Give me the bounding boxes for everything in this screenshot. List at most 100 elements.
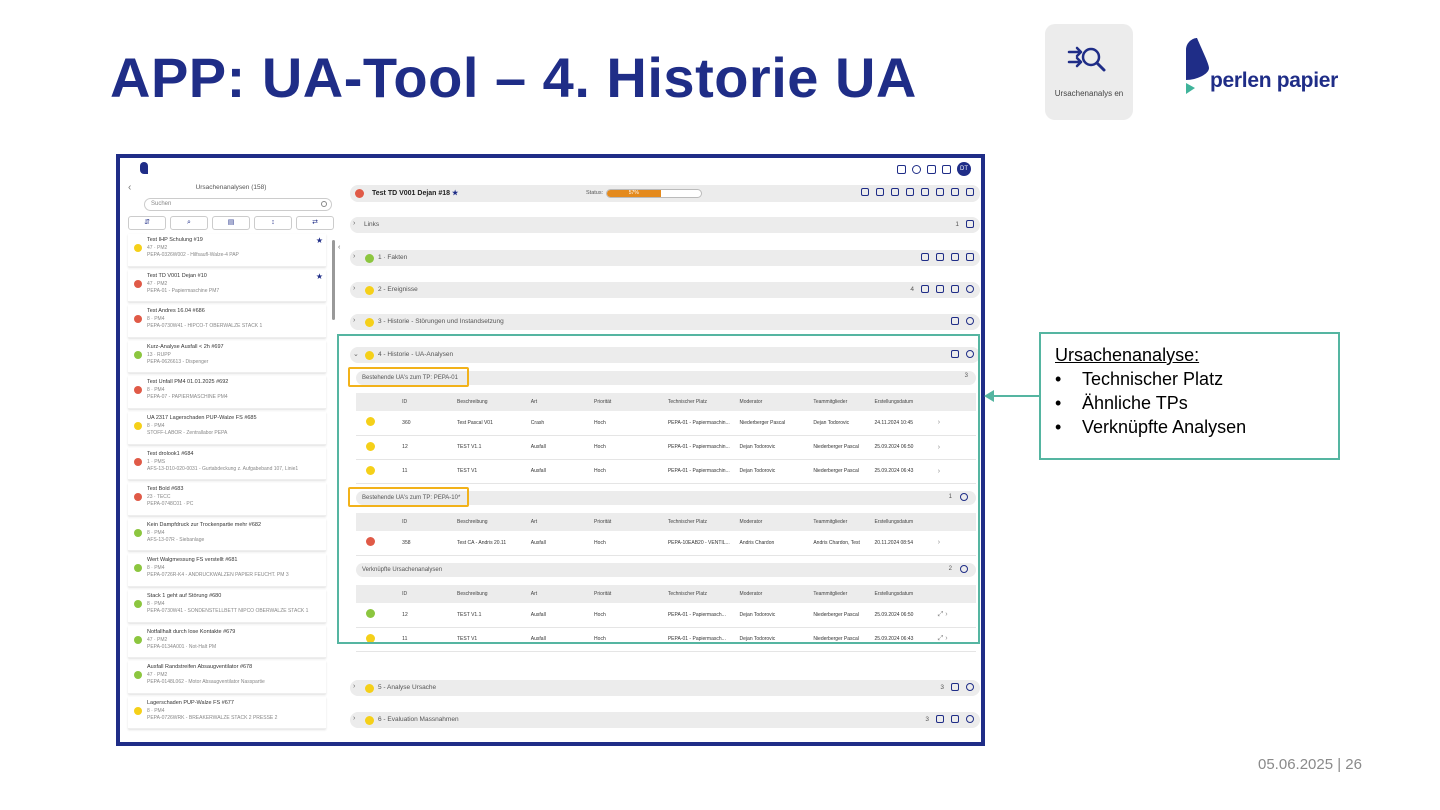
list-item-meta: 8 · PM4	[147, 600, 165, 607]
section-actions	[951, 317, 974, 325]
link-icon[interactable]	[891, 188, 899, 196]
bell-icon[interactable]	[897, 164, 906, 174]
list-item[interactable]: Test Unfall PM4 01.01.2025 #692 8 · PM4 PE…	[128, 376, 326, 409]
forward-icon[interactable]	[966, 188, 974, 196]
document-icon[interactable]	[906, 188, 914, 196]
list-item-title: Test Unfall PM4 01.01.2025 #692	[147, 379, 229, 386]
callout-item: Ähnliche TPs	[1055, 391, 1338, 415]
list-item-title: Kein Dampfdruck zur Trockenpartie mehr #…	[147, 521, 262, 528]
status-label: Status:	[586, 190, 604, 196]
list-item[interactable]: Test TD V001 Dejan #10 47 · PM2 PEPA-01 - …	[128, 269, 326, 303]
list-item-location: STOFF-LABOR - Zentrallabor PEPA	[147, 429, 228, 436]
tasks-icon[interactable]	[927, 164, 936, 174]
collapse-sidebar-icon[interactable]: ‹	[338, 244, 346, 254]
list-item-location: PEPA-0726WRK - BREAKERWALZE STACK 2 PRES…	[147, 714, 278, 721]
monitor-icon[interactable]	[936, 285, 944, 293]
sidebar: ‹ Ursachenanalysen (158) Suchen ⇵ ⌕ ▤ ↕ ⇄ Te…	[124, 180, 338, 742]
check-icon[interactable]	[966, 683, 974, 691]
scrollbar[interactable]	[332, 240, 335, 320]
section-bar[interactable]: › Links 1	[350, 217, 980, 233]
list-item[interactable]: Test Bold #683 23 · TECC PEPA-0748C01 · PC	[128, 483, 326, 516]
add-icon[interactable]	[921, 285, 929, 293]
company-logo: perlen papier	[1183, 38, 1358, 98]
list-item-title: Test IHP Schulung #19	[147, 237, 203, 243]
status-dot	[134, 671, 142, 680]
chat-icon[interactable]	[936, 253, 944, 261]
star-icon[interactable]: ★	[316, 272, 323, 281]
section-bar[interactable]: › 1 · Fakten	[350, 250, 980, 266]
delete-icon[interactable]	[951, 188, 959, 196]
list-item-title: Test drolook1 #684	[147, 450, 194, 457]
callout-connector	[993, 395, 1039, 397]
add-icon[interactable]	[936, 715, 944, 723]
list-item[interactable]: UA 2317 Lagerschaden PUP-Walze FS #685 8 …	[128, 411, 326, 445]
section-status-dot	[365, 318, 374, 327]
sidebar-tool-button[interactable]: ⇄	[296, 216, 334, 230]
section-label: 1 · Fakten	[378, 254, 408, 261]
section-count: 4	[910, 285, 914, 293]
list-item[interactable]: Test drolook1 #684 1 · PMS AFS-13-D10-020-…	[128, 447, 326, 481]
status-dot	[134, 457, 142, 466]
list-item[interactable]: Kurz-Analyse Ausfall < 2h #697 13 · RUPP P…	[128, 340, 326, 374]
list-item[interactable]: Stack 1 geht auf Störung #680 8 · PM4 PEPA…	[128, 589, 326, 623]
search-input[interactable]: Suchen	[144, 198, 332, 211]
sort-icon[interactable]	[861, 188, 869, 196]
section-label: Links	[364, 221, 380, 228]
sidebar-tool-button[interactable]: ▤	[212, 216, 250, 230]
list-item-title: UA 2317 Lagerschaden PUP-Walze FS #685	[147, 414, 257, 421]
sidebar-title: Ursachenanalysen (158)	[195, 184, 267, 191]
section-actions: 3	[925, 715, 974, 723]
forward-icon[interactable]	[966, 253, 974, 261]
section-bar[interactable]: › 5 - Analyse Ursache 3	[350, 680, 980, 696]
chevron-icon[interactable]: ›	[353, 220, 355, 227]
print-icon[interactable]	[951, 683, 959, 691]
list-item[interactable]: Ausfall Randstreifen Absaugventilator #6…	[128, 661, 326, 694]
chevron-icon[interactable]: ›	[353, 285, 355, 292]
section-bar[interactable]: › 2 - Ereignisse 4	[350, 282, 980, 298]
send-icon[interactable]	[942, 164, 951, 174]
search-icon	[321, 201, 327, 207]
add-icon[interactable]	[966, 220, 974, 228]
avatar[interactable]: DT	[957, 162, 971, 176]
chevron-icon[interactable]: ›	[353, 317, 355, 324]
document-icon[interactable]	[951, 253, 959, 261]
chevron-icon[interactable]: ›	[353, 715, 355, 722]
clock-icon[interactable]	[912, 164, 921, 174]
print-icon[interactable]	[921, 188, 929, 196]
list-item-title: Test Bold #683	[147, 486, 184, 493]
list-item-meta: 47 · PM2	[147, 636, 168, 643]
list-item[interactable]: Lagerschaden PUP-Walze FS #677 8 · PM4 PEP…	[128, 696, 326, 730]
back-chevron-icon[interactable]: ‹	[128, 180, 131, 196]
edit-icon[interactable]	[936, 188, 944, 196]
check-icon[interactable]	[966, 715, 974, 723]
list-item-location: PEPA-0726R-K4 - ANDRUCKWALZEN PAPIER FEU…	[147, 572, 289, 579]
list-item[interactable]: Notfallhalt durch lose Kontakte #679 47 ·…	[128, 625, 326, 659]
chevron-icon[interactable]: ›	[353, 253, 355, 260]
status-dot	[134, 706, 142, 715]
filter-icon[interactable]	[876, 188, 884, 196]
print-icon[interactable]	[951, 317, 959, 325]
list-item[interactable]: Test Andres 16.04 #686 8 · PM4 PEPA-0730W4…	[128, 305, 326, 338]
root-cause-analysis-icon	[1067, 46, 1106, 72]
list-item[interactable]: Wert Walgmessung FS verstellt #681 8 · PM…	[128, 554, 326, 587]
check-icon[interactable]	[966, 285, 974, 293]
chevron-icon[interactable]: ›	[353, 683, 355, 690]
list-item-title: Wert Walgmessung FS verstellt #681	[147, 557, 238, 564]
sidebar-tool-button[interactable]: ⌕	[170, 216, 208, 230]
section-label: 3 - Historie - Störungen und Instandsetz…	[378, 318, 504, 325]
link-icon[interactable]	[921, 253, 929, 261]
status-dot	[134, 635, 142, 644]
section-count: 1	[955, 220, 959, 228]
print-icon[interactable]	[951, 715, 959, 723]
section-bar[interactable]: › 6 - Evaluation Massnahmen 3	[350, 712, 980, 728]
app-tile[interactable]: Ursachenanalys en	[1045, 24, 1133, 120]
section-bar[interactable]: › 3 - Historie - Störungen und Instandset…	[350, 314, 980, 330]
star-icon[interactable]: ★	[316, 236, 323, 245]
list-item[interactable]: Test IHP Schulung #19 47 · PM2 PEPA-0326W0…	[128, 234, 326, 267]
sort-icon[interactable]	[951, 285, 959, 293]
list-item-location: PEPA-0730W41 - SONDENSTELLBETT NIPCO OBE…	[147, 607, 309, 614]
sidebar-tool-button[interactable]: ↕	[254, 216, 292, 230]
list-item[interactable]: Kein Dampfdruck zur Trockenpartie mehr #…	[128, 518, 326, 552]
sidebar-tool-button[interactable]: ⇵	[128, 216, 166, 230]
check-icon[interactable]	[966, 317, 974, 325]
